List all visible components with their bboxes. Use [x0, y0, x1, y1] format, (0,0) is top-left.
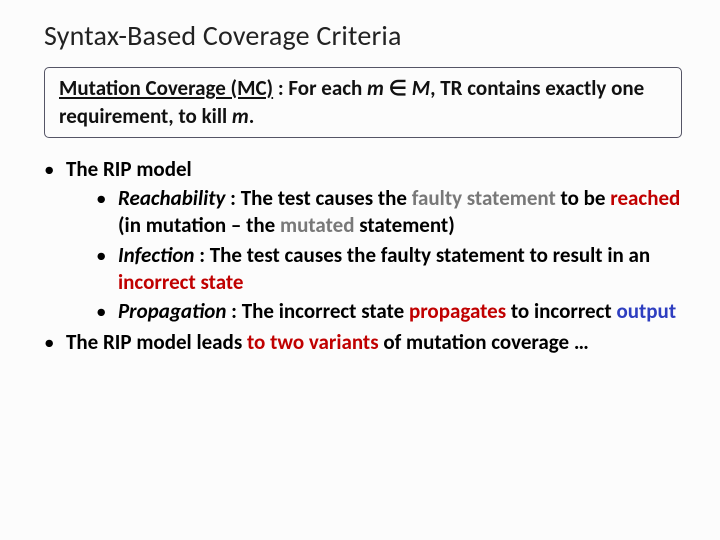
definition-box: Mutation Coverage (MC) : For each m ∈ M,… — [44, 67, 682, 138]
reachability-p4: statement) — [354, 212, 454, 238]
infection-sep: : — [194, 242, 209, 268]
content: The RIP model Reachability : The test ca… — [44, 156, 690, 357]
slide: Syntax-Based Coverage Criteria Mutation … — [0, 0, 720, 540]
bullet-infection: Infection : The test causes the faulty s… — [96, 242, 690, 297]
reachability-p2: to be — [556, 185, 610, 211]
definition-m1: m — [367, 75, 384, 101]
definition-sep: : — [273, 75, 288, 101]
definition-m2: m — [232, 103, 249, 129]
propagation-red1: propagates — [409, 298, 506, 324]
reachability-grey1: faulty statement — [412, 185, 556, 211]
definition-label: Mutation Coverage (MC) — [59, 75, 273, 101]
infection-name: Infection — [118, 242, 194, 268]
outer-list: The RIP model Reachability : The test ca… — [44, 156, 690, 357]
slide-title: Syntax-Based Coverage Criteria — [44, 18, 690, 53]
reachability-sep: : — [225, 185, 240, 211]
propagation-sep: : — [226, 298, 241, 324]
definition-lead: For each — [288, 75, 367, 101]
reachability-p1: The test causes the — [241, 185, 412, 211]
reachability-p3: (in mutation – the — [118, 212, 280, 238]
reachability-red1: reached — [610, 185, 680, 211]
propagation-blue1: output — [616, 298, 676, 324]
propagation-p1: The incorrect state — [242, 298, 409, 324]
bullet-two-variants: The RIP model leads to two variants of m… — [44, 329, 690, 356]
two-variants-p2: of mutation coverage … — [379, 329, 589, 355]
reachability-grey2: mutated — [280, 212, 354, 238]
two-variants-p1: The RIP model leads — [66, 329, 247, 355]
definition-end: . — [249, 103, 255, 129]
propagation-p2: to incorrect — [506, 298, 616, 324]
propagation-name: Propagation — [118, 298, 226, 324]
reachability-name: Reachability — [118, 185, 225, 211]
rip-model-text: The RIP model — [66, 156, 192, 182]
infection-red1: incorrect state — [118, 269, 243, 295]
infection-p1: The test causes the faulty statement to … — [210, 242, 650, 268]
bullet-propagation: Propagation : The incorrect state propag… — [96, 298, 690, 325]
bullet-reachability: Reachability : The test causes the fault… — [96, 185, 690, 240]
definition-in: ∈ — [384, 75, 412, 101]
bullet-rip-model: The RIP model Reachability : The test ca… — [44, 156, 690, 326]
definition-M: M — [412, 75, 430, 101]
two-variants-red1: to two variants — [247, 329, 379, 355]
inner-list: Reachability : The test causes the fault… — [66, 185, 690, 325]
